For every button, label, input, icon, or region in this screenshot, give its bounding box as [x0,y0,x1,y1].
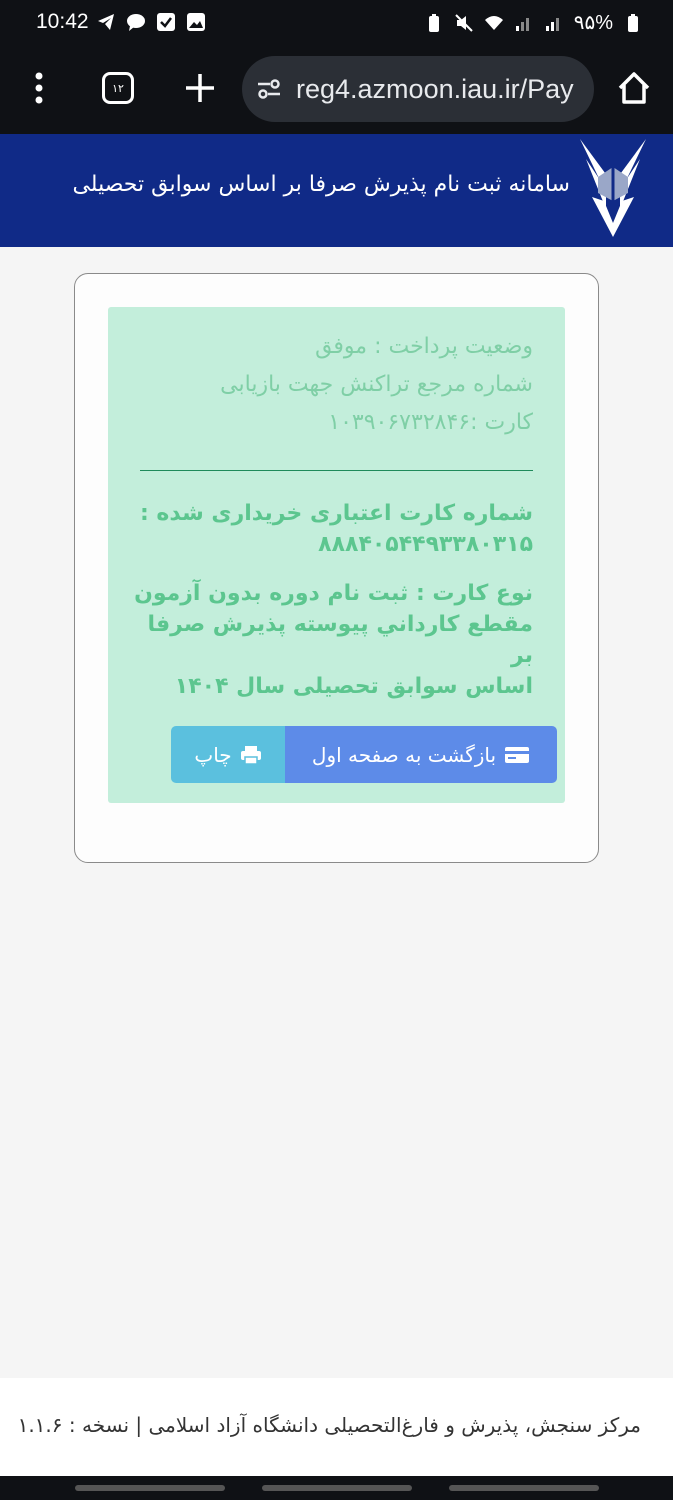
action-buttons: چاپ بازگشت به صفحه اول [171,726,557,783]
new-tab-icon[interactable] [182,68,218,108]
printer-icon [240,745,261,765]
nav-handle[interactable] [262,1485,412,1491]
card-type-line1: نوع کارت : ثبت نام دوره بدون آزمون [134,581,533,606]
back-label: بازگشت به صفحه اول [311,742,497,767]
tab-count: ۱۲ [112,81,124,95]
site-settings-icon[interactable] [254,74,284,104]
card-number-block: شماره کارت اعتباری خریداری شده : ۸۸۸۴۰۵۴… [140,498,533,560]
nav-handle [75,1485,225,1491]
back-to-home-button[interactable]: بازگشت به صفحه اول [285,726,557,783]
tab-switcher-button[interactable]: ۱۲ [102,72,134,104]
university-logo [580,139,646,237]
browser-toolbar: ۱۲ reg4.azmoon.iau.ir/Pay [0,46,673,134]
card-type-line3: اساس سوابق تحصیلی سال ۱۴۰۴ [174,674,533,699]
payment-status: وضعیت پرداخت : موفق [315,334,533,359]
card-type-block: نوع کارت : ثبت نام دوره بدون آزمون مقطع … [133,578,533,702]
reference-number: کارت :۱۰۳۹۰۶۷۳۲۸۴۶ [328,410,533,435]
system-icons: ۹۵% [424,10,643,35]
footer: مرکز سنجش، پذیرش و فارغ‌التحصیلی دانشگاه… [0,1378,673,1476]
site-header: سامانه ثبت نام پذیرش صرفا بر اساس سوابق … [0,134,673,247]
check-icon [157,13,175,31]
card-number-value: ۸۸۸۴۰۵۴۴۹۳۳۸۰۳۱۵ [318,532,533,557]
url-text: reg4.azmoon.iau.ir/Pay [296,73,574,104]
card-type-line2: مقطع كارداني پيوسته پذیرش صرفا بر [147,612,534,668]
status-bar: 10:42 ۹۵% [0,0,673,46]
print-label: چاپ [194,742,232,767]
reference-label: شماره مرجع تراکنش جهت بازیابی [220,372,533,397]
print-button[interactable]: چاپ [171,726,285,783]
divider [140,470,533,471]
wifi-icon [484,15,503,30]
image-icon [187,13,205,31]
gesture-bar [0,1476,673,1500]
battery-percent: ۹۵% [573,12,613,34]
more-menu-icon[interactable] [22,68,56,108]
battery-saver-icon [428,13,439,32]
page-title: سامانه ثبت نام پذیرش صرفا بر اساس سوابق … [72,172,570,197]
credit-card-icon [505,746,530,763]
payment-info: وضعیت پرداخت : موفق شماره مرجع تراکنش جه… [220,328,533,442]
notification-icons [96,12,206,32]
signal-icon [515,17,529,31]
signal-icon [545,17,559,31]
nav-handle [449,1485,599,1491]
chat-icon [127,14,145,31]
status-time: 10:42 [36,10,89,33]
telegram-icon [98,14,114,30]
home-icon[interactable] [614,68,654,108]
battery-icon [628,13,638,32]
footer-text: مرکز سنجش، پذیرش و فارغ‌التحصیلی دانشگاه… [17,1413,641,1437]
card-number-label: شماره کارت اعتباری خریداری شده : [139,501,533,526]
address-bar[interactable]: reg4.azmoon.iau.ir/Pay [242,56,594,122]
mute-icon [455,13,473,32]
